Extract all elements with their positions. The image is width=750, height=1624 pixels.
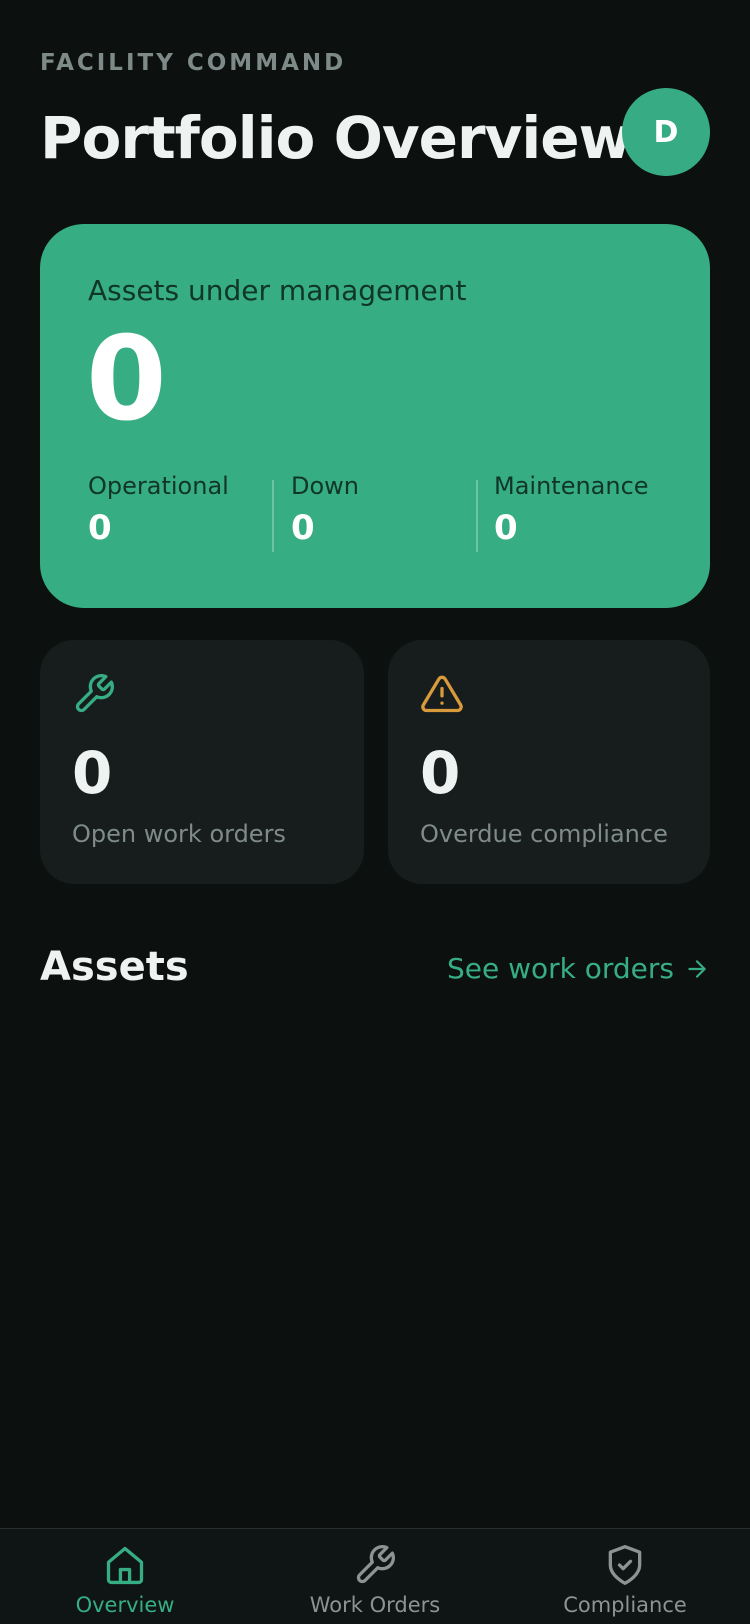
stat-value: 0 [88,508,112,548]
nav-item-overview[interactable]: Overview [0,1543,250,1624]
stat-label: Operational [88,472,229,500]
nav-label: Overview [75,1593,175,1617]
home-icon [106,1546,144,1585]
assets-summary-value: 0 [86,312,167,447]
bottom-nav: Overview Work Orders Compliance [0,1528,750,1624]
nav-label: Work Orders [309,1593,441,1617]
overdue-compliance-label: Overdue compliance [420,820,668,848]
see-work-orders-link[interactable]: See work orders [447,952,710,985]
warning-triangle-icon [421,675,463,713]
nav-label: Compliance [563,1593,687,1617]
stat-maintenance: Maintenance 0 [494,472,684,548]
nav-item-work-orders[interactable]: Work Orders [250,1543,500,1624]
wrench-icon [75,674,114,713]
stat-divider [272,480,274,552]
wrench-icon [356,1545,395,1584]
arrow-right-icon [688,959,706,978]
assets-section-title: Assets [40,944,189,990]
avatar[interactable]: D [622,88,710,176]
shield-check-icon [608,1545,642,1585]
open-work-orders-card[interactable]: 0 Open work orders [40,640,364,884]
stat-label: Down [291,472,360,500]
see-work-orders-label: See work orders [446,952,674,985]
stat-value: 0 [494,508,518,548]
open-work-orders-value: 0 [72,739,113,807]
overdue-compliance-value: 0 [420,739,461,807]
stat-label: Maintenance [494,472,649,500]
assets-summary-card: Assets under management 0 Operational 0 … [40,224,710,608]
stat-divider [476,480,478,552]
overdue-compliance-card[interactable]: 0 Overdue compliance [388,640,710,884]
section-eyebrow: FACILITY COMMAND [40,50,347,76]
stat-value: 0 [291,508,315,548]
assets-summary-label: Assets under management [88,274,467,307]
stat-operational: Operational 0 [88,472,278,548]
avatar-initial: D [653,114,679,150]
portfolio-overview-screen: FACILITY COMMAND Portfolio Overview D As… [0,0,750,1624]
open-work-orders-label: Open work orders [72,820,286,848]
nav-item-compliance[interactable]: Compliance [500,1543,750,1624]
page-title: Portfolio Overview [40,104,632,172]
stat-down: Down 0 [291,472,481,548]
